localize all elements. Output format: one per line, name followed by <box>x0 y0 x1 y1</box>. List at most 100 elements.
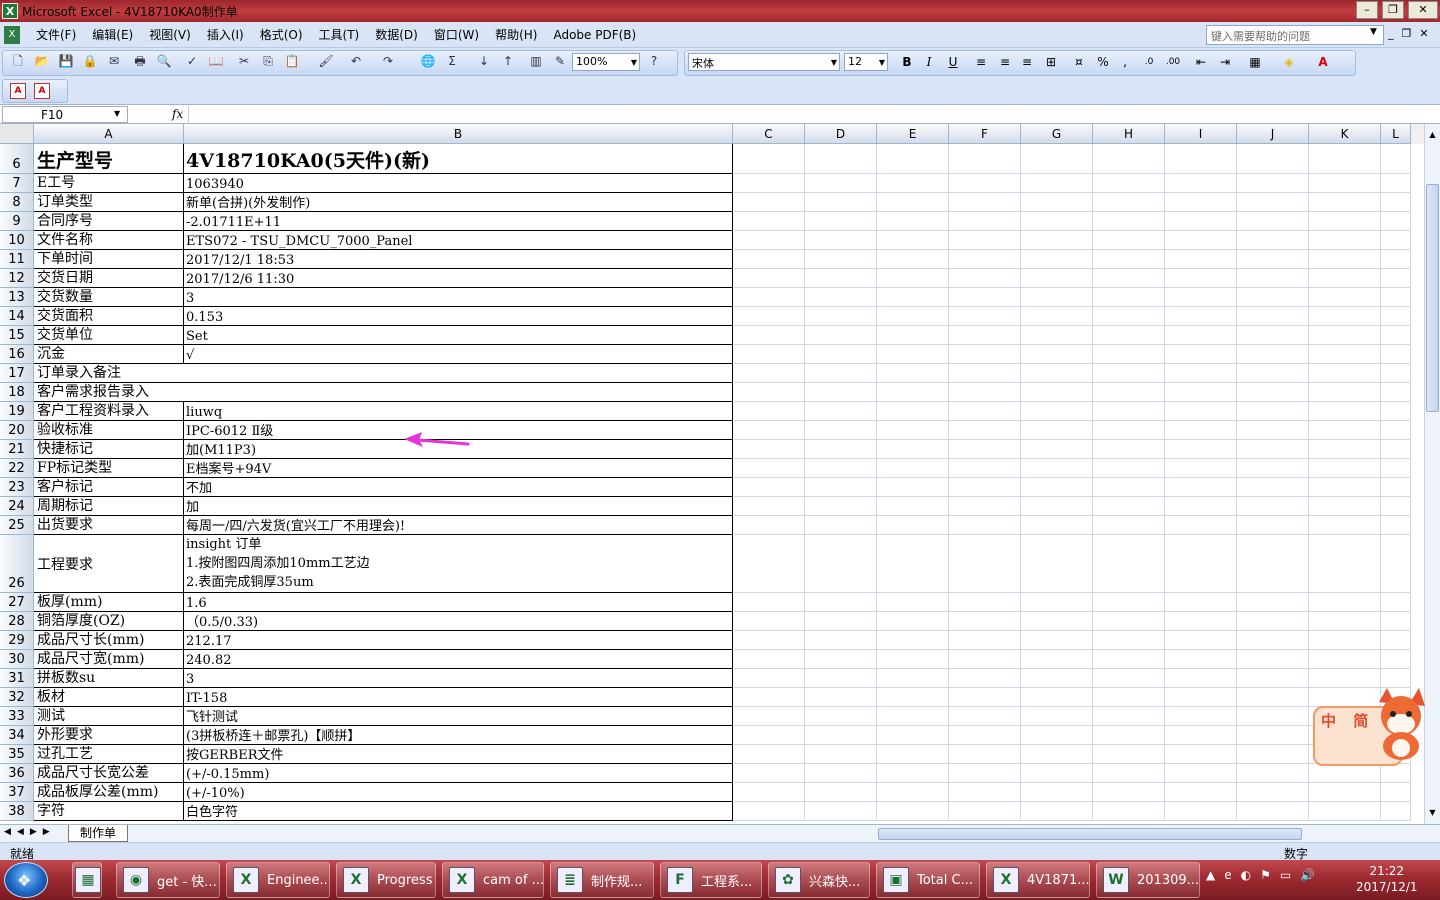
empty-cell[interactable] <box>877 193 949 212</box>
clock[interactable]: 21:22 2017/12/1 <box>1356 863 1418 895</box>
decrease-decimal-icon[interactable]: .00 <box>1164 53 1182 71</box>
empty-cell[interactable] <box>877 144 949 174</box>
empty-cell[interactable] <box>1381 383 1411 402</box>
cell-value[interactable]: 240.82 <box>184 650 733 669</box>
column-header-k[interactable]: K <box>1309 124 1381 144</box>
empty-cell[interactable] <box>949 269 1021 288</box>
empty-cell[interactable] <box>1021 650 1093 669</box>
empty-cell[interactable] <box>1165 650 1237 669</box>
empty-cell[interactable] <box>1381 535 1411 593</box>
column-header-h[interactable]: H <box>1093 124 1165 144</box>
print-preview-icon[interactable]: 🔍 <box>156 53 172 69</box>
empty-cell[interactable] <box>1237 650 1309 669</box>
empty-cell[interactable] <box>1237 402 1309 421</box>
empty-cell[interactable] <box>1381 631 1411 650</box>
empty-cell[interactable] <box>877 421 949 440</box>
cell-value[interactable]: 不加 <box>184 478 733 497</box>
empty-cell[interactable] <box>1093 650 1165 669</box>
cell-value[interactable]: 2017/12/6 11:30 <box>184 269 733 288</box>
empty-cell[interactable] <box>805 802 877 821</box>
empty-cell[interactable] <box>949 193 1021 212</box>
empty-cell[interactable] <box>1165 535 1237 593</box>
empty-cell[interactable] <box>1165 144 1237 174</box>
taskbar-item[interactable]: X Progress <box>336 862 436 898</box>
empty-cell[interactable] <box>733 745 805 764</box>
ie-tray-icon[interactable]: e <box>1224 868 1231 882</box>
empty-cell[interactable] <box>733 478 805 497</box>
row-header[interactable]: 37 <box>0 783 34 802</box>
empty-cell[interactable] <box>877 688 949 707</box>
empty-cell[interactable] <box>877 459 949 478</box>
empty-cell[interactable] <box>1093 212 1165 231</box>
empty-cell[interactable] <box>733 421 805 440</box>
minimize-button[interactable]: – <box>1356 1 1378 19</box>
taskbar-item[interactable]: X 4V1871... <box>986 862 1090 898</box>
empty-cell[interactable] <box>949 669 1021 688</box>
borders-icon[interactable]: ▦ <box>1246 53 1264 71</box>
empty-cell[interactable] <box>1021 174 1093 193</box>
format-painter-icon[interactable]: 🖌 <box>318 53 334 69</box>
empty-cell[interactable] <box>949 688 1021 707</box>
empty-cell[interactable] <box>1309 516 1381 535</box>
empty-cell[interactable] <box>1237 802 1309 821</box>
empty-cell[interactable] <box>949 497 1021 516</box>
empty-cell[interactable] <box>1021 440 1093 459</box>
empty-cell[interactable] <box>805 707 877 726</box>
empty-cell[interactable] <box>949 593 1021 612</box>
empty-cell[interactable] <box>949 535 1021 593</box>
cell-label[interactable]: 文件名称 <box>34 231 184 250</box>
currency-icon[interactable]: ¤ <box>1070 53 1088 71</box>
restore-button[interactable]: ❐ <box>1382 1 1404 19</box>
taskbar-item[interactable]: Xcam of ... <box>442 862 544 898</box>
empty-cell[interactable] <box>1237 250 1309 269</box>
row-header[interactable]: 20 <box>0 421 34 440</box>
cell-label[interactable]: 成品板厚公差(mm) <box>34 783 184 802</box>
empty-cell[interactable] <box>805 516 877 535</box>
empty-cell[interactable] <box>805 402 877 421</box>
empty-cell[interactable] <box>1165 612 1237 631</box>
empty-cell[interactable] <box>805 345 877 364</box>
empty-cell[interactable] <box>949 288 1021 307</box>
empty-cell[interactable] <box>733 631 805 650</box>
empty-cell[interactable] <box>1309 478 1381 497</box>
workbook-icon[interactable]: X <box>4 26 20 44</box>
empty-cell[interactable] <box>1237 593 1309 612</box>
empty-cell[interactable] <box>1165 402 1237 421</box>
cell-label[interactable]: 成品尺寸长宽公差 <box>34 764 184 783</box>
redo-icon[interactable]: ↷ <box>380 53 396 69</box>
column-header-f[interactable]: F <box>949 124 1021 144</box>
empty-cell[interactable] <box>1309 650 1381 669</box>
taskbar-item[interactable]: F 工程系... <box>660 862 762 898</box>
empty-cell[interactable] <box>1165 745 1237 764</box>
row-header[interactable]: 6 <box>0 144 34 174</box>
open-icon[interactable]: 📂 <box>34 53 50 69</box>
empty-cell[interactable] <box>949 478 1021 497</box>
help-icon[interactable]: ? <box>646 53 662 69</box>
cell-value[interactable]: 4V18710KA0(5天件)(新) <box>184 144 733 174</box>
empty-cell[interactable] <box>733 497 805 516</box>
empty-cell[interactable] <box>1381 440 1411 459</box>
empty-cell[interactable] <box>1093 288 1165 307</box>
empty-cell[interactable] <box>1381 144 1411 174</box>
empty-cell[interactable] <box>805 364 877 383</box>
empty-cell[interactable] <box>949 174 1021 193</box>
empty-cell[interactable] <box>1021 802 1093 821</box>
empty-cell[interactable] <box>805 212 877 231</box>
cell-label[interactable]: 下单时间 <box>34 250 184 269</box>
empty-cell[interactable] <box>1309 383 1381 402</box>
empty-cell[interactable] <box>805 650 877 669</box>
empty-cell[interactable] <box>1381 802 1411 821</box>
empty-cell[interactable] <box>805 764 877 783</box>
empty-cell[interactable] <box>1165 516 1237 535</box>
cell-value[interactable]: 3 <box>184 288 733 307</box>
chevron-down-icon[interactable]: ▼ <box>1370 27 1377 37</box>
empty-cell[interactable] <box>1021 459 1093 478</box>
empty-cell[interactable] <box>949 144 1021 174</box>
print-icon[interactable]: 🖶 <box>132 53 148 69</box>
merge-center-icon[interactable]: ⊞ <box>1042 53 1060 71</box>
empty-cell[interactable] <box>1237 193 1309 212</box>
empty-cell[interactable] <box>1309 440 1381 459</box>
menu-item-5[interactable]: 工具(T) <box>311 27 368 43</box>
align-left-icon[interactable]: ≡ <box>972 53 990 71</box>
empty-cell[interactable] <box>1165 478 1237 497</box>
